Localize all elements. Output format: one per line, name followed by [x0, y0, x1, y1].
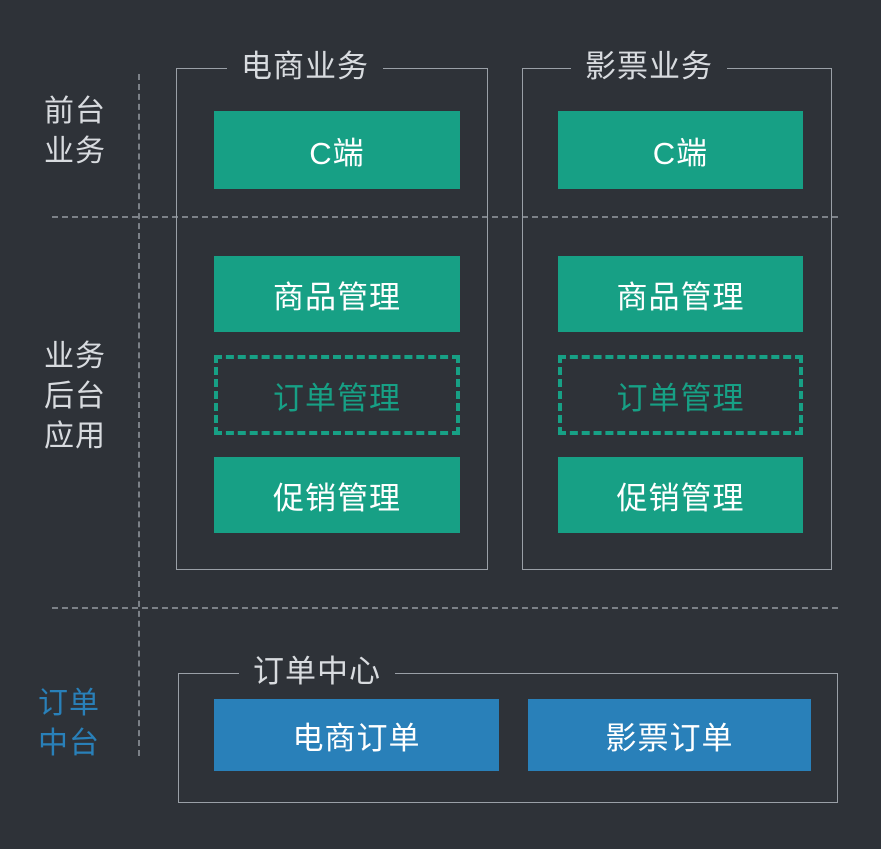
- row-label-business-backend: 业务 后台 应用: [44, 340, 106, 453]
- vertical-divider: [138, 74, 140, 756]
- horizontal-divider-backend-midplatform: [52, 607, 838, 609]
- box-movie-ticket-promotion-management[interactable]: 促销管理: [558, 457, 803, 533]
- panel-title-order-center: 订单中心: [239, 652, 395, 692]
- box-ecommerce-order[interactable]: 电商订单: [214, 699, 499, 771]
- box-ecommerce-c-end[interactable]: C端: [214, 111, 460, 189]
- row-label-front-office: 前台 业务: [44, 95, 106, 168]
- box-movie-ticket-c-end[interactable]: C端: [558, 111, 803, 189]
- architecture-diagram: 前台 业务 业务 后台 应用 订单 中台 电商业务 C端 商品管理 订单管理 促…: [0, 0, 881, 849]
- row-label-order-midplatform: 订单 中台: [38, 687, 100, 760]
- box-movie-ticket-order[interactable]: 影票订单: [528, 699, 811, 771]
- panel-title-movie-ticket: 影票业务: [571, 47, 727, 87]
- box-ecommerce-product-management[interactable]: 商品管理: [214, 256, 460, 332]
- panel-title-ecommerce: 电商业务: [227, 47, 383, 87]
- box-ecommerce-promotion-management[interactable]: 促销管理: [214, 457, 460, 533]
- box-movie-ticket-order-management[interactable]: 订单管理: [558, 355, 803, 435]
- box-movie-ticket-product-management[interactable]: 商品管理: [558, 256, 803, 332]
- box-ecommerce-order-management[interactable]: 订单管理: [214, 355, 460, 435]
